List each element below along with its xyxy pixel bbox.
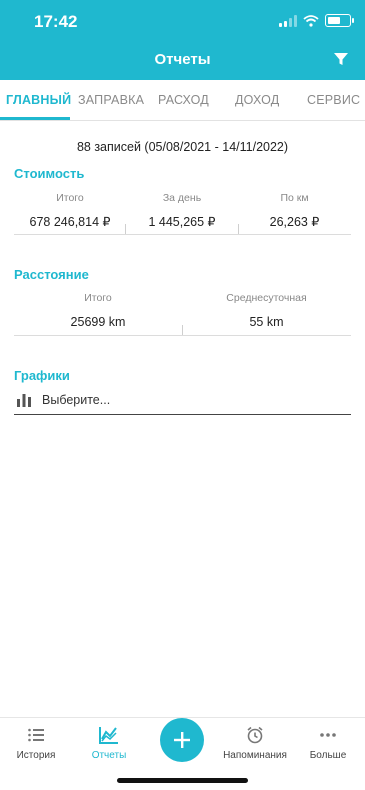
cost-per-km-value: 26,263 ₽ xyxy=(269,215,320,229)
nav-reports[interactable]: Отчеты xyxy=(74,726,144,761)
distance-daily-value: 55 km xyxy=(249,315,284,329)
plus-icon xyxy=(174,732,190,748)
divider xyxy=(182,325,183,335)
wifi-icon xyxy=(303,14,319,27)
list-icon xyxy=(28,728,44,742)
nav-reminders[interactable]: Напоминания xyxy=(220,726,290,761)
status-icons xyxy=(279,14,354,27)
nav-history-label: История xyxy=(16,750,56,761)
home-indicator xyxy=(117,778,248,783)
cost-per-day-label: За день xyxy=(162,192,202,204)
nav-more[interactable]: Больше xyxy=(293,726,363,761)
tab-service[interactable]: СЕРВИС xyxy=(307,93,360,107)
cost-section-title: Стоимость xyxy=(14,166,85,181)
signal-icon xyxy=(279,14,297,27)
bar-chart-icon xyxy=(17,394,31,407)
distance-daily-label: Среднесуточная xyxy=(226,292,307,304)
more-icon xyxy=(320,733,336,737)
chart-icon xyxy=(99,727,118,744)
filter-icon[interactable] xyxy=(333,51,349,67)
charts-section-title: Графики xyxy=(14,368,70,383)
divider xyxy=(14,234,351,235)
tab-bar: ГЛАВНЫЙ ЗАПРАВКА РАСХОД ДОХОД СЕРВИС xyxy=(0,80,365,121)
app-header: 17:42 Отчеты xyxy=(0,0,365,80)
tab-main[interactable]: ГЛАВНЫЙ xyxy=(6,93,71,107)
cost-per-km-label: По км xyxy=(280,192,309,204)
alarm-icon xyxy=(247,726,263,744)
page-title: Отчеты xyxy=(154,51,211,68)
nav-history[interactable]: История xyxy=(1,726,71,761)
distance-section-title: Расстояние xyxy=(14,267,89,282)
tab-refuel[interactable]: ЗАПРАВКА xyxy=(78,93,144,107)
cost-per-day-value: 1 445,265 ₽ xyxy=(148,215,216,229)
battery-icon xyxy=(325,14,354,27)
nav-reminders-label: Напоминания xyxy=(223,750,287,761)
divider xyxy=(125,224,126,234)
divider xyxy=(14,335,351,336)
chart-select-placeholder: Выберите... xyxy=(42,393,111,407)
tab-expense[interactable]: РАСХОД xyxy=(158,93,209,107)
distance-total-value: 25699 km xyxy=(70,315,126,329)
cost-total-label: Итого xyxy=(56,192,84,204)
cost-total-value: 678 246,814 ₽ xyxy=(29,215,111,229)
nav-reports-label: Отчеты xyxy=(91,750,127,761)
distance-total-label: Итого xyxy=(84,292,112,304)
add-button[interactable] xyxy=(160,718,204,762)
status-time: 17:42 xyxy=(34,12,78,31)
chart-select[interactable]: Выберите... xyxy=(14,390,351,415)
records-summary: 88 записей (05/08/2021 - 14/11/2022) xyxy=(76,140,289,154)
active-tab-indicator xyxy=(0,117,70,120)
nav-more-label: Больше xyxy=(309,750,347,761)
tab-income[interactable]: ДОХОД xyxy=(235,93,279,107)
divider xyxy=(238,224,239,234)
